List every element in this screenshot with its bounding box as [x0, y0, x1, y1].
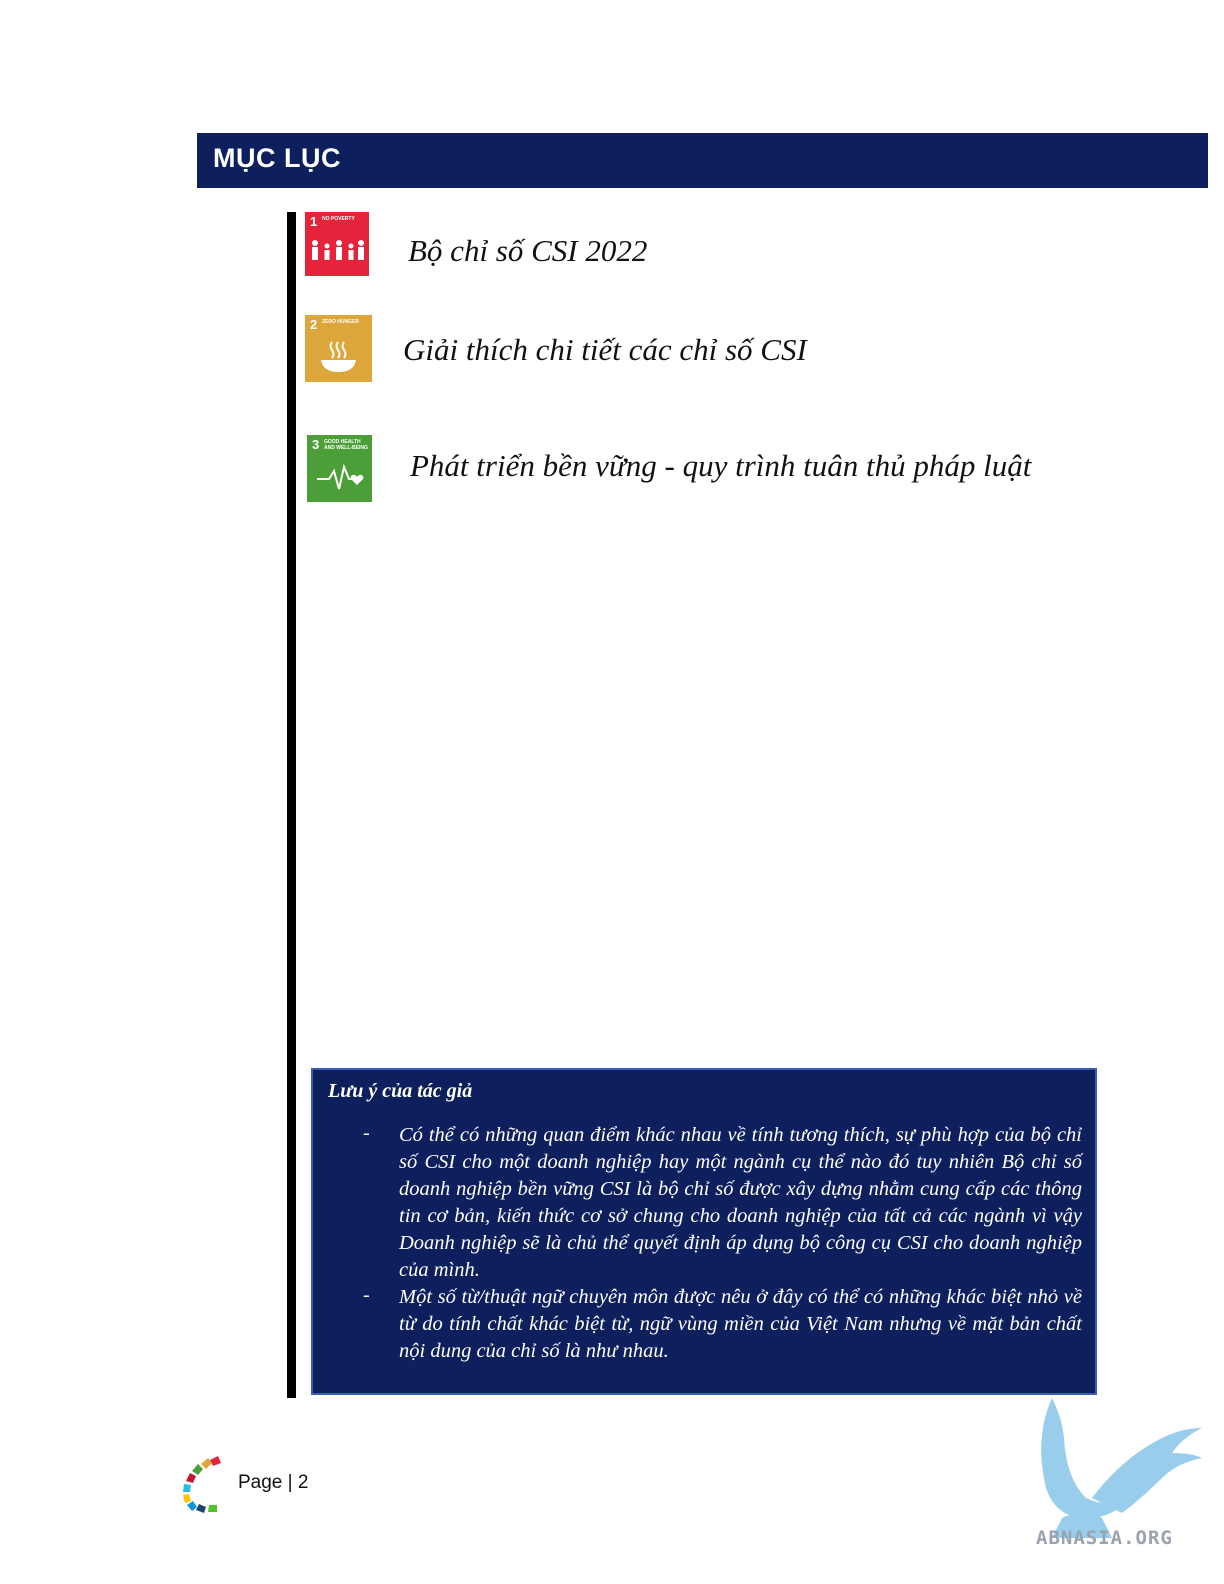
heartbeat-icon: [317, 463, 364, 490]
bowl-icon: [321, 341, 356, 372]
toc-entry[interactable]: Phát triển bền vững - quy trình tuân thủ…: [410, 448, 1031, 484]
watermark-text: ABNASIA.ORG: [1036, 1527, 1173, 1549]
toc-entry[interactable]: Giải thích chi tiết các chỉ số CSI: [403, 332, 807, 368]
section-header: MỤC LỤC: [197, 133, 1208, 188]
list-dash: -: [363, 1122, 370, 1144]
list-item-text: Có thể có những quan điểm khác nhau về t…: [399, 1124, 1082, 1281]
sdg-2-icon: 2 ZERO HUNGER: [305, 315, 372, 382]
toc-entry[interactable]: Bộ chỉ số CSI 2022: [408, 233, 647, 269]
author-note-box: Lưu ý của tác giả - Có thể có những quan…: [311, 1068, 1097, 1395]
note-title: Lưu ý của tác giả: [328, 1080, 473, 1102]
list-item: - Có thể có những quan điểm khác nhau về…: [328, 1122, 1082, 1284]
sdg-3-icon: 3 GOOD HEALTH AND WELL-BEING: [307, 435, 372, 502]
list-dash: -: [363, 1284, 370, 1306]
page-number: Page | 2: [238, 1472, 309, 1493]
family-icon: [312, 240, 364, 260]
note-list: - Có thể có những quan điểm khác nhau về…: [328, 1122, 1082, 1365]
griffin-logo-icon: [1041, 1398, 1202, 1538]
sdg-1-icon: 1 NO POVERTY: [305, 212, 369, 276]
list-item-text: Một số từ/thuật ngữ chuyên môn được nêu …: [399, 1286, 1082, 1362]
vertical-rule: [287, 212, 296, 1398]
sdg-wheel-logo-icon: [183, 1456, 221, 1513]
page-title: MỤC LỤC: [213, 143, 341, 173]
list-item: - Một số từ/thuật ngữ chuyên môn được nê…: [328, 1284, 1082, 1365]
